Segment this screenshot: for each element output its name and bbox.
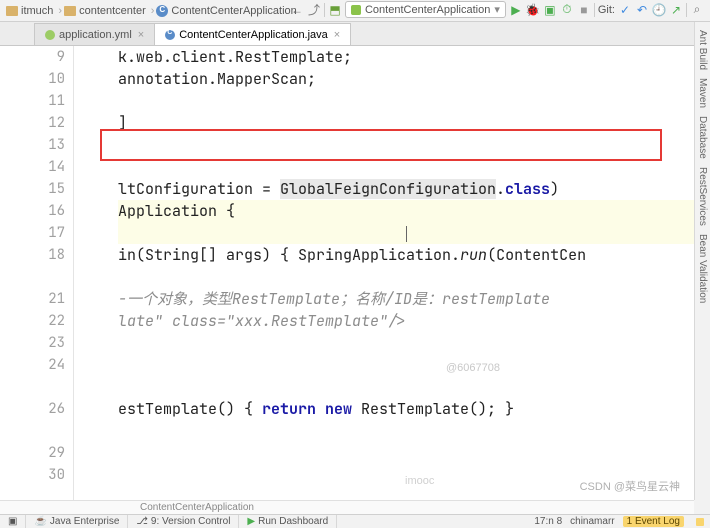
line-number: 24: [18, 354, 73, 376]
search-icon[interactable]: ⌕: [690, 3, 704, 17]
line-number: 30: [18, 464, 73, 486]
chevron-right-icon: ›: [151, 5, 155, 17]
code-line: [118, 332, 694, 354]
watermark: CSDN @菜鸟星云神: [580, 478, 680, 494]
chevron-right-icon: ›: [58, 5, 62, 17]
git-revert-icon[interactable]: ↶: [635, 3, 649, 17]
statusbar: ▣ ☕Java Enterprise ⎇9: Version Control ▶…: [0, 514, 710, 528]
code-line: in(String[] args) { SpringApplication.ru…: [118, 244, 694, 266]
line-number: 17: [18, 222, 73, 244]
sb-linecol[interactable]: 17:n 8: [534, 516, 562, 527]
line-number: 11: [18, 90, 73, 112]
breadcrumb: itmuch › contentcenter › ContentCenterAp…: [0, 0, 710, 22]
run-icon[interactable]: ▶: [509, 3, 523, 17]
code-line: [118, 156, 694, 178]
line-number: 21: [18, 288, 73, 310]
code-area[interactable]: k.web.client.RestTemplate; annotation.Ma…: [74, 46, 694, 500]
code-line: [118, 354, 694, 376]
git-label: Git:: [598, 4, 615, 16]
sb-version-control[interactable]: ⎇9: Version Control: [128, 515, 239, 528]
code-line: -一个对象，类型RestTemplate；名称/ID是：restTemplate: [118, 288, 694, 310]
close-icon[interactable]: ×: [138, 29, 144, 41]
code-line: [118, 266, 694, 288]
code-line: ltConfiguration = GlobalFeignConfigurati…: [118, 178, 694, 200]
toolbar: ← ⤴ ⬒ ContentCenterApplication ▾ ▶ 🐞 ▣ ⏱…: [290, 1, 704, 18]
git-history-icon[interactable]: 🕘: [652, 3, 666, 17]
run-config-dropdown[interactable]: ContentCenterApplication ▾: [345, 1, 506, 18]
git-update-icon[interactable]: ✓: [618, 3, 632, 17]
breadcrumb-file[interactable]: ContentCenterApplication: [156, 5, 296, 17]
code-line: [118, 376, 694, 398]
folder-icon: [6, 6, 18, 16]
chevron-down-icon: ▾: [494, 3, 500, 16]
line-number: [18, 420, 73, 442]
line-number: 18: [18, 244, 73, 266]
class-icon: [156, 5, 168, 17]
class-icon: [165, 30, 175, 40]
right-tool-strip: Ant Build Maven Database RestServices Be…: [694, 22, 710, 500]
breadcrumb-project[interactable]: itmuch: [6, 5, 53, 17]
spring-icon: [351, 5, 361, 15]
code-line: estTemplate() { return new RestTemplate(…: [118, 398, 694, 420]
watermark: @6067708: [446, 362, 500, 374]
back-icon[interactable]: ←: [290, 3, 304, 17]
line-number: [18, 376, 73, 398]
line-number: [18, 266, 73, 288]
text-cursor: [406, 226, 407, 242]
line-number: 22: [18, 310, 73, 332]
code-line: ]: [118, 112, 694, 134]
line-number: 16: [18, 200, 73, 222]
right-tab-maven[interactable]: Maven: [697, 78, 708, 108]
code-line: k.web.client.RestTemplate;: [118, 46, 694, 68]
forward-icon[interactable]: ⤴: [307, 3, 321, 17]
right-tab-rest[interactable]: RestServices: [697, 167, 708, 226]
code-line: [118, 90, 694, 112]
yml-icon: [45, 30, 55, 40]
code-line: [118, 222, 694, 244]
line-number: 13: [18, 134, 73, 156]
lock-icon[interactable]: [696, 518, 704, 526]
editor-tabs: application.yml × ContentCenterApplicati…: [0, 22, 710, 46]
line-number: 14: [18, 156, 73, 178]
sb-run-dashboard[interactable]: ▶Run Dashboard: [239, 515, 337, 528]
code-line: [118, 134, 694, 156]
folder-icon: [64, 6, 76, 16]
right-tab-database[interactable]: Database: [697, 116, 708, 159]
code-line: annotation.MapperScan;: [118, 68, 694, 90]
watermark: imooc: [405, 475, 434, 487]
code-line: [118, 442, 694, 464]
sb-encoding[interactable]: chinamarr: [570, 516, 614, 527]
tab-application-yml[interactable]: application.yml ×: [34, 23, 155, 45]
git-push-icon[interactable]: ↗: [669, 3, 683, 17]
tab-content-center-app[interactable]: ContentCenterApplication.java ×: [154, 23, 351, 45]
sb-terminal[interactable]: ▣: [0, 515, 26, 528]
line-number: 23: [18, 332, 73, 354]
coverage-icon[interactable]: ▣: [543, 3, 557, 17]
breadcrumb-module[interactable]: contentcenter: [64, 5, 146, 17]
sb-notif[interactable]: 1 Event Log: [623, 516, 684, 527]
line-number: 29: [18, 442, 73, 464]
right-tab-bean[interactable]: Bean Validation: [697, 234, 708, 303]
line-number: 10: [18, 68, 73, 90]
code-line: Application {: [118, 200, 694, 222]
code-line: [118, 420, 694, 442]
line-number: 15: [18, 178, 73, 200]
profile-icon[interactable]: ⏱: [560, 3, 574, 17]
gutter: 9 10 11 12 13 14 15 16 17 18 21 22 23 24…: [18, 46, 74, 500]
editor[interactable]: 9 10 11 12 13 14 15 16 17 18 21 22 23 24…: [0, 46, 694, 500]
close-icon[interactable]: ×: [334, 29, 340, 41]
build-icon[interactable]: ⬒: [328, 3, 342, 17]
line-number: 12: [18, 112, 73, 134]
debug-icon[interactable]: 🐞: [526, 3, 540, 17]
editor-breadcrumb[interactable]: ContentCenterApplication: [0, 500, 694, 514]
line-number: 9: [18, 46, 73, 68]
stop-icon[interactable]: ■: [577, 3, 591, 17]
code-line: late" class="xxx.RestTemplate"/>: [118, 310, 694, 332]
right-tab-ant[interactable]: Ant Build: [697, 30, 708, 70]
sb-java-enterprise[interactable]: ☕Java Enterprise: [26, 515, 128, 528]
line-number: 26: [18, 398, 73, 420]
